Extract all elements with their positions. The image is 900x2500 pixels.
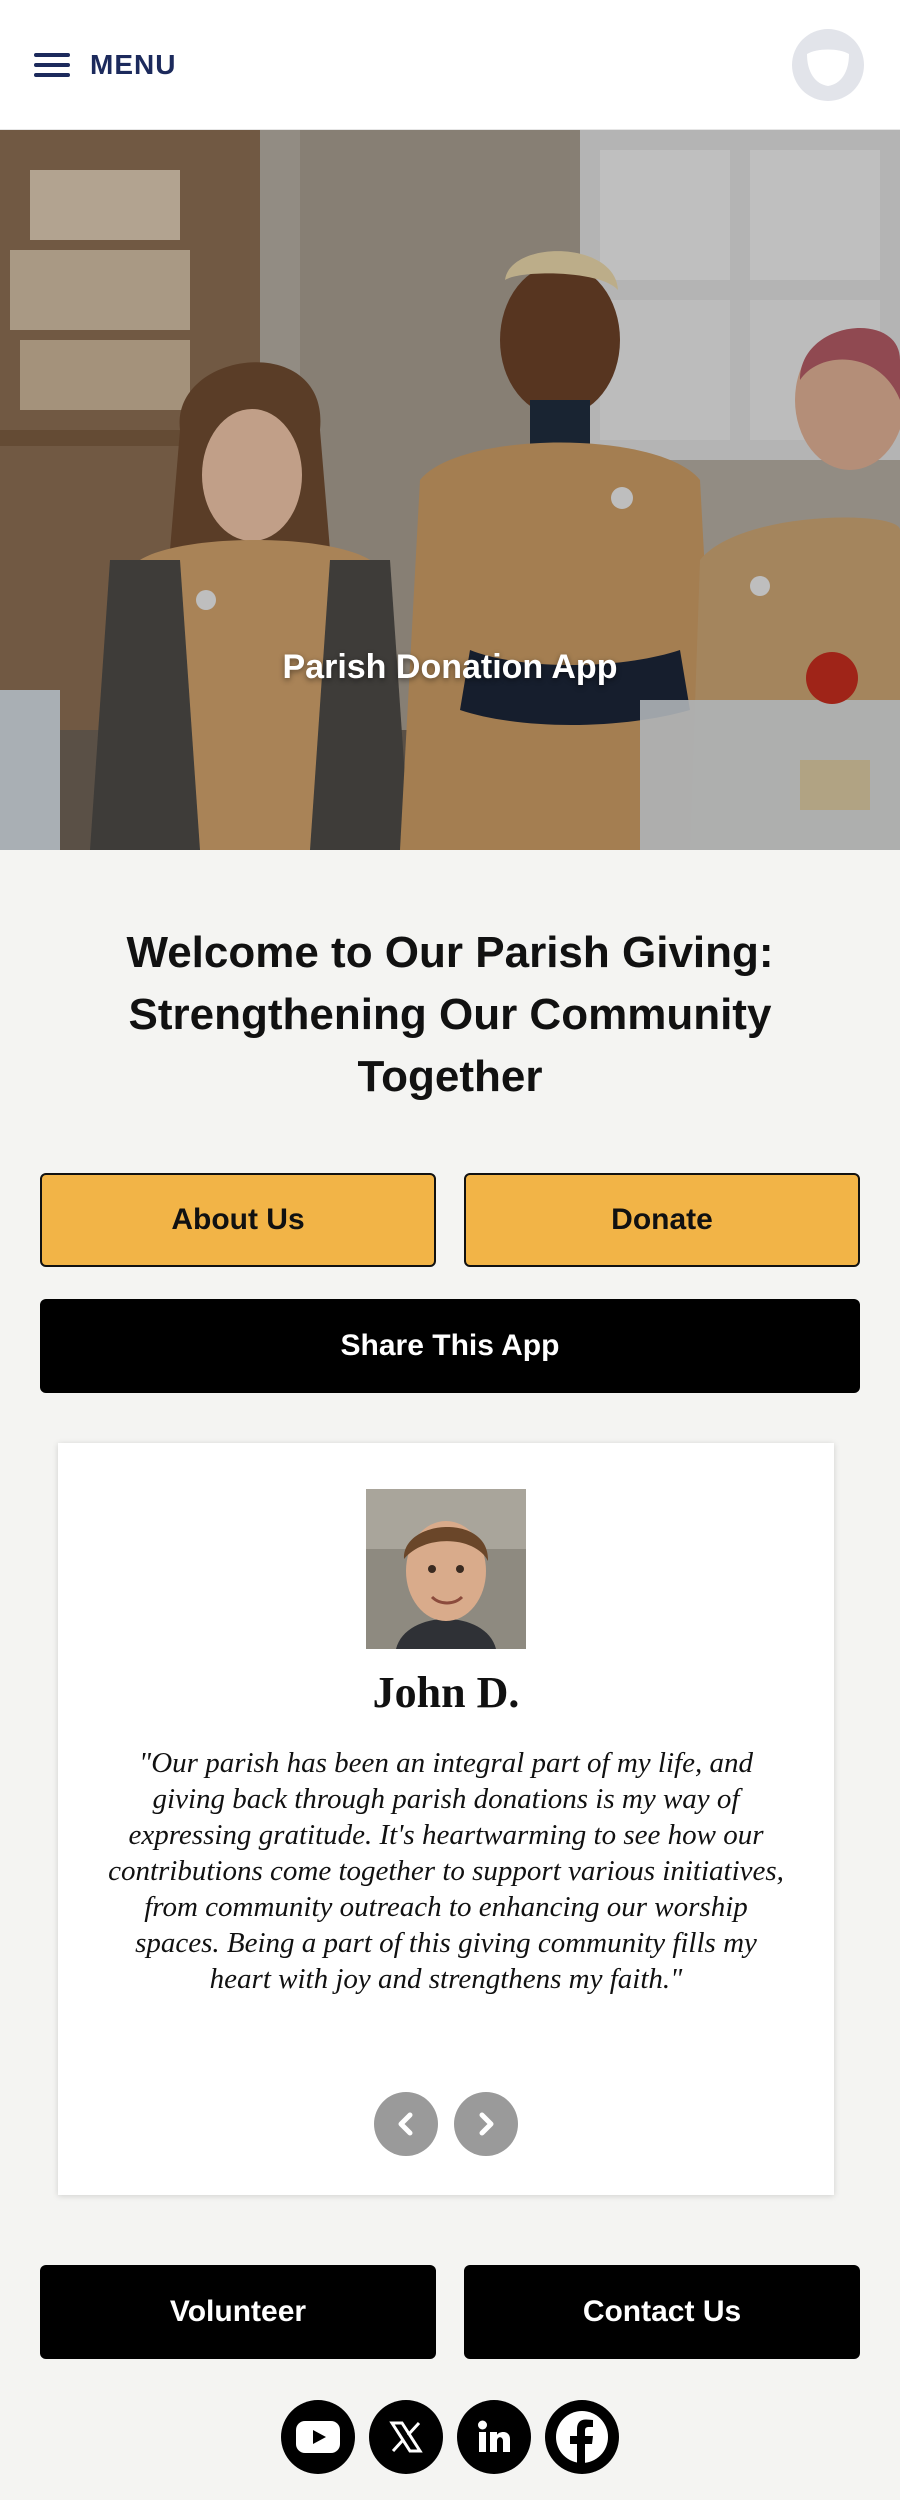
hero-overlay: [0, 130, 900, 850]
testimonial-name: John D.: [372, 1668, 520, 1717]
hero-banner: Parish Donation App: [0, 130, 900, 850]
welcome-heading: Welcome to Our Parish Giving: Strengthen…: [126, 928, 774, 1101]
x-icon[interactable]: [369, 2400, 443, 2474]
top-header: MENU: [0, 0, 900, 130]
donate-button[interactable]: Donate: [464, 1173, 860, 1267]
contact-us-button[interactable]: Contact Us: [464, 2265, 860, 2359]
hamburger-icon: [34, 51, 70, 79]
menu-label: MENU: [90, 48, 177, 80]
next-arrow-icon[interactable]: [454, 2092, 518, 2156]
hero-title: Parish Donation App: [282, 648, 618, 686]
about-us-button[interactable]: About Us: [40, 1173, 436, 1267]
linkedin-icon[interactable]: [457, 2400, 531, 2474]
testimonial-card: John D. "Our parish has been an integral…: [58, 1443, 834, 2195]
youtube-icon[interactable]: [281, 2400, 355, 2474]
share-app-button[interactable]: Share This App: [40, 1299, 860, 1393]
parish-logo-icon[interactable]: [792, 28, 864, 101]
prev-arrow-icon[interactable]: [374, 2092, 438, 2156]
menu-button[interactable]: MENU: [34, 49, 176, 81]
testimonial-quote: "Our parish has been an integral part of…: [108, 1747, 784, 1995]
volunteer-button[interactable]: Volunteer: [40, 2265, 436, 2359]
avatar: [366, 1489, 526, 1649]
facebook-icon[interactable]: [545, 2400, 619, 2474]
